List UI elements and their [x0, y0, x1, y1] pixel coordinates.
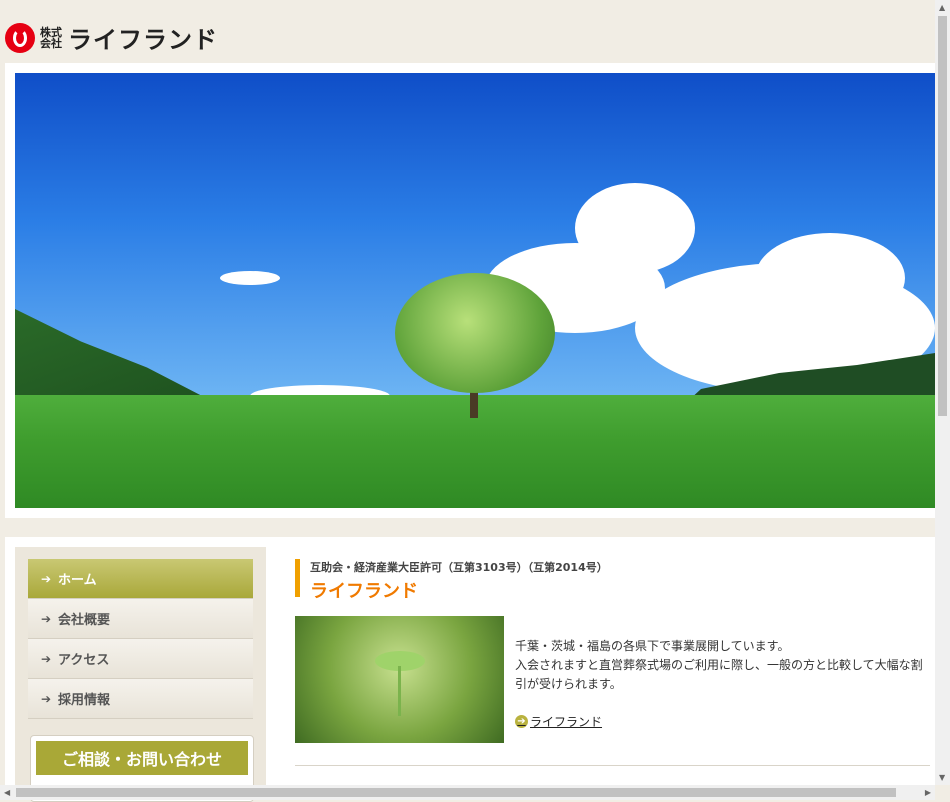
- nav-item-label: 会社概要: [58, 613, 111, 628]
- page-subtitle: 互助会・経済産業大臣許可（互第3103号）（互第2014号）: [310, 561, 608, 574]
- header: 株式会社 ライフランド: [0, 0, 935, 62]
- description: 千葉・茨城・福島の各県下で事業展開しています。 入会されますと直営葬祭式場のご利…: [515, 637, 930, 694]
- description-line-2: 入会されますと直営葬祭式場のご利用に際し、一般の方と比較して大幅な割引が受けられ…: [515, 658, 923, 691]
- sprout-image: [295, 616, 504, 743]
- nav-menu: ➔ ホーム ➔ 会社概要 ➔ アクセス ➔ 採用情報: [28, 559, 253, 719]
- logo-small-text: 株式会社: [40, 25, 62, 50]
- nav-item-access[interactable]: ➔ アクセス: [28, 639, 253, 679]
- main-content-frame: ➔ ホーム ➔ 会社概要 ➔ アクセス ➔ 採用情報 ご相談・お問い合わせ 互助…: [5, 537, 935, 802]
- contact-button[interactable]: ご相談・お問い合わせ: [36, 741, 248, 775]
- nav-item-home[interactable]: ➔ ホーム: [28, 559, 253, 599]
- company-logo[interactable]: 株式会社 ライフランド: [5, 20, 218, 55]
- horizontal-scrollbar[interactable]: ◀ ▶: [0, 785, 935, 800]
- vertical-scroll-thumb[interactable]: [938, 16, 947, 416]
- nav-item-company[interactable]: ➔ 会社概要: [28, 599, 253, 639]
- nav-item-label: ホーム: [58, 573, 97, 588]
- vertical-scrollbar[interactable]: ▲ ▼: [935, 0, 950, 785]
- content-area: 互助会・経済産業大臣許可（互第3103号）（互第2014号） ライフランド 千葉…: [295, 559, 930, 766]
- sprout-stem: [398, 666, 401, 716]
- scroll-left-icon[interactable]: ◀: [4, 788, 10, 797]
- nav-item-recruit[interactable]: ➔ 採用情報: [28, 679, 253, 719]
- tree-crown: [395, 273, 555, 393]
- title-block: 互助会・経済産業大臣許可（互第3103号）（互第2014号） ライフランド: [295, 559, 930, 602]
- logo-name: ライフランド: [68, 26, 218, 54]
- divider: [295, 765, 930, 766]
- arrow-circle-icon: ➔: [515, 715, 528, 728]
- cloud: [220, 271, 280, 285]
- scroll-up-icon[interactable]: ▲: [939, 3, 945, 12]
- arrow-right-icon: ➔: [40, 691, 52, 706]
- cloud: [575, 183, 695, 273]
- hero-image: [15, 73, 935, 508]
- cloud: [755, 233, 905, 323]
- arrow-right-icon: ➔: [40, 611, 52, 626]
- nav-item-label: 採用情報: [58, 693, 111, 708]
- arrow-right-icon: ➔: [40, 571, 52, 586]
- sidebar: ➔ ホーム ➔ 会社概要 ➔ アクセス ➔ 採用情報 ご相談・お問い合わせ: [15, 547, 266, 802]
- hero-frame: [5, 63, 935, 518]
- horizontal-scroll-thumb[interactable]: [16, 788, 896, 797]
- link-label: ライフランド: [530, 715, 603, 729]
- nav-item-label: アクセス: [58, 653, 110, 668]
- arrow-right-icon: ➔: [40, 651, 52, 666]
- scroll-right-icon[interactable]: ▶: [925, 788, 931, 797]
- logo-mark-icon: [5, 22, 35, 53]
- page-title: ライフランド: [310, 581, 418, 602]
- description-line-1: 千葉・茨城・福島の各県下で事業展開しています。: [515, 639, 790, 653]
- scroll-down-icon[interactable]: ▼: [939, 773, 945, 782]
- lifeland-link[interactable]: ➔ ライフランド: [515, 713, 602, 730]
